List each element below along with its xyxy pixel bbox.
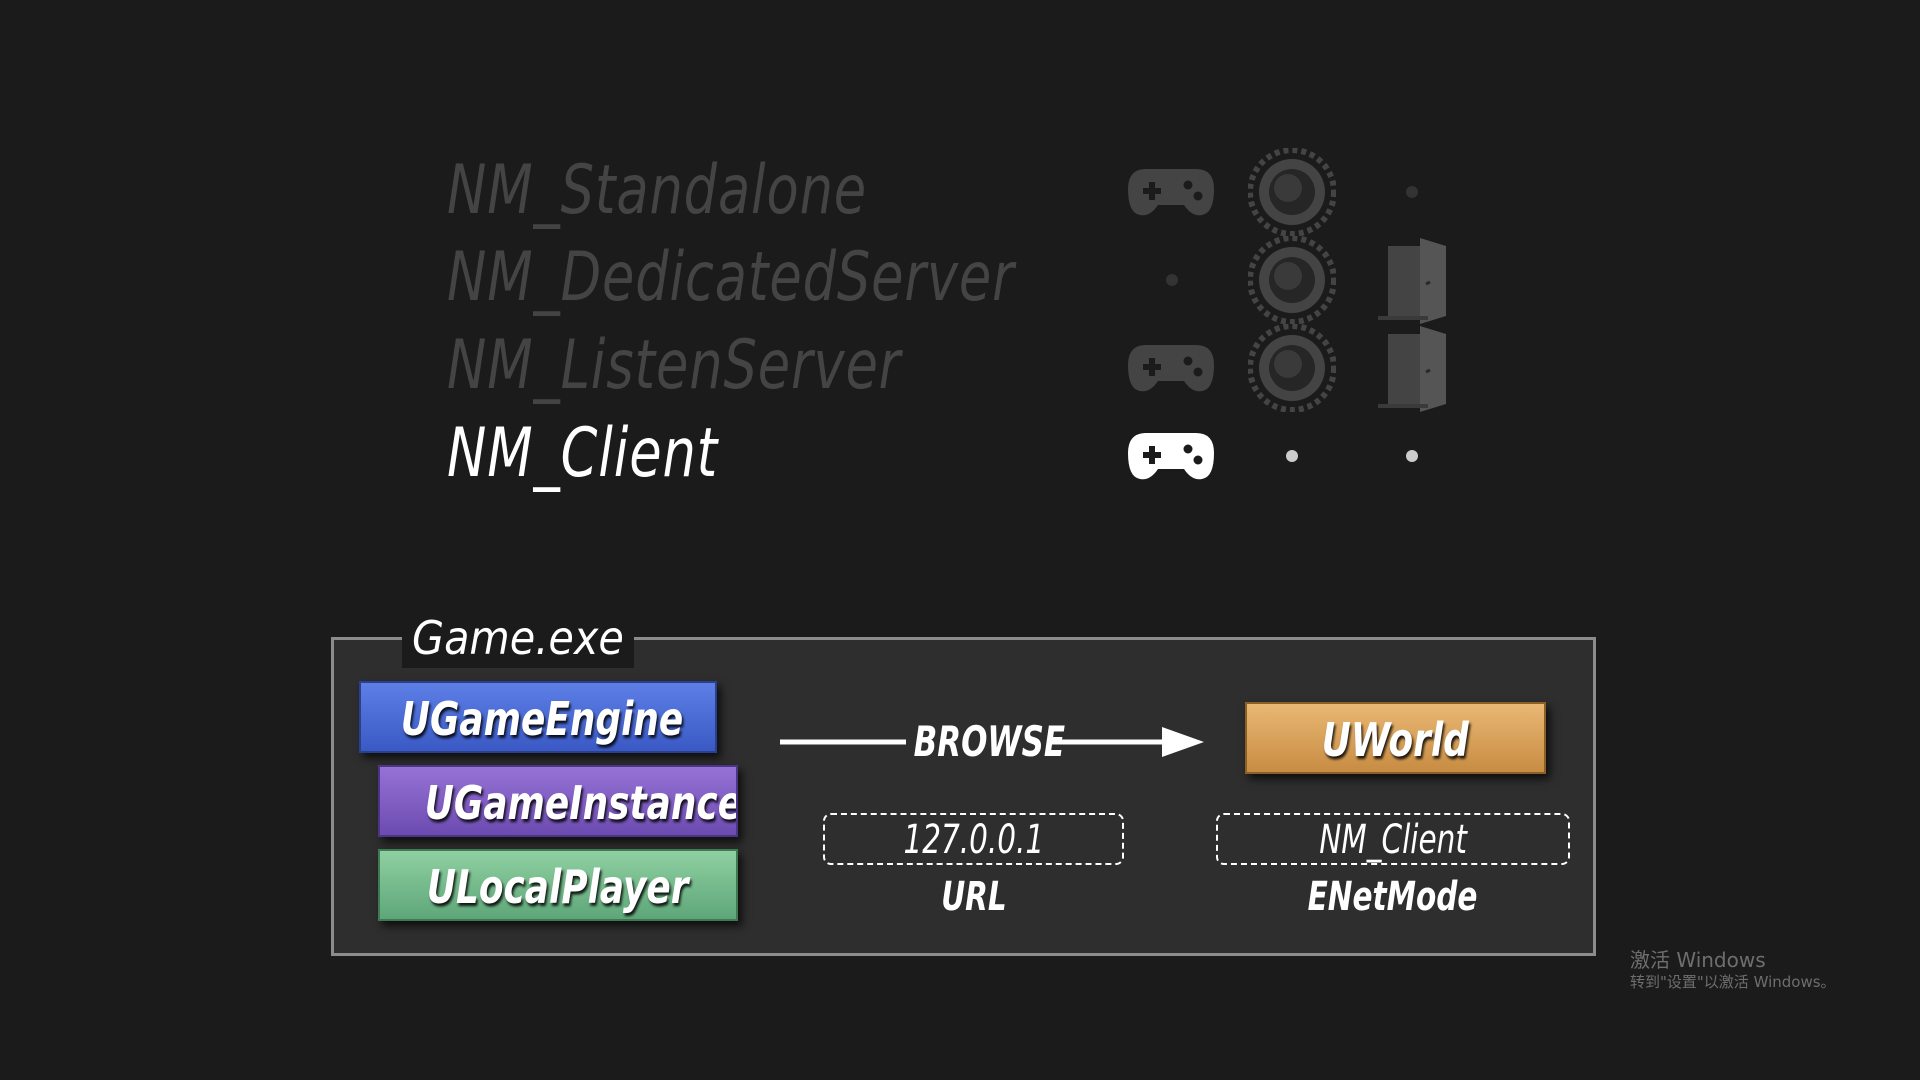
server-gear-icon xyxy=(1248,236,1336,324)
uworld-label: UWorld xyxy=(1321,713,1470,767)
mode-label-listen-server: NM_ListenServer xyxy=(447,326,902,405)
ugameengine-box: UGameEngine xyxy=(359,681,717,753)
ulocalplayer-label: ULocalPlayer xyxy=(427,860,689,914)
mode-label-dedicated-server: NM_DedicatedServer xyxy=(447,238,1015,317)
netmode-caption: ENetMode xyxy=(1308,874,1478,920)
gamepad-icon xyxy=(1128,345,1214,392)
ugameinstance-box: UGameInstance xyxy=(378,765,738,837)
url-value: 127.0.0.1 xyxy=(903,817,1044,863)
mode-label-client: NM_Client xyxy=(447,414,719,493)
ulocalplayer-box: ULocalPlayer xyxy=(378,849,738,921)
server-gear-icon xyxy=(1248,148,1336,236)
netmode-value: NM_Client xyxy=(1319,817,1467,863)
netmode-value-box: NM_Client xyxy=(1216,813,1570,865)
gamepad-icon xyxy=(1128,433,1214,480)
arrow-line-left xyxy=(780,739,906,745)
browse-label: BROWSE xyxy=(913,717,1066,766)
uworld-box: UWorld xyxy=(1245,702,1546,774)
activation-watermark-hint: 转到"设置"以激活 Windows。 xyxy=(1630,973,1836,991)
dot-icon xyxy=(1406,450,1418,462)
game-exe-title: Game.exe xyxy=(402,608,634,668)
network-door-icon xyxy=(1378,326,1446,412)
server-gear-icon xyxy=(1248,324,1336,412)
ugameinstance-label: UGameInstance xyxy=(424,776,738,830)
gamepad-icon xyxy=(1128,169,1214,216)
network-door-icon xyxy=(1378,238,1446,324)
dot-icon xyxy=(1406,186,1418,198)
arrow-right-icon xyxy=(1052,727,1204,757)
ugameengine-label: UGameEngine xyxy=(400,692,684,746)
dot-icon xyxy=(1166,274,1178,286)
url-value-box: 127.0.0.1 xyxy=(823,813,1124,865)
mode-label-standalone: NM_Standalone xyxy=(447,151,868,230)
activation-watermark-title: 激活 Windows xyxy=(1630,948,1766,972)
dot-icon xyxy=(1286,450,1298,462)
url-caption: URL xyxy=(940,874,1007,920)
